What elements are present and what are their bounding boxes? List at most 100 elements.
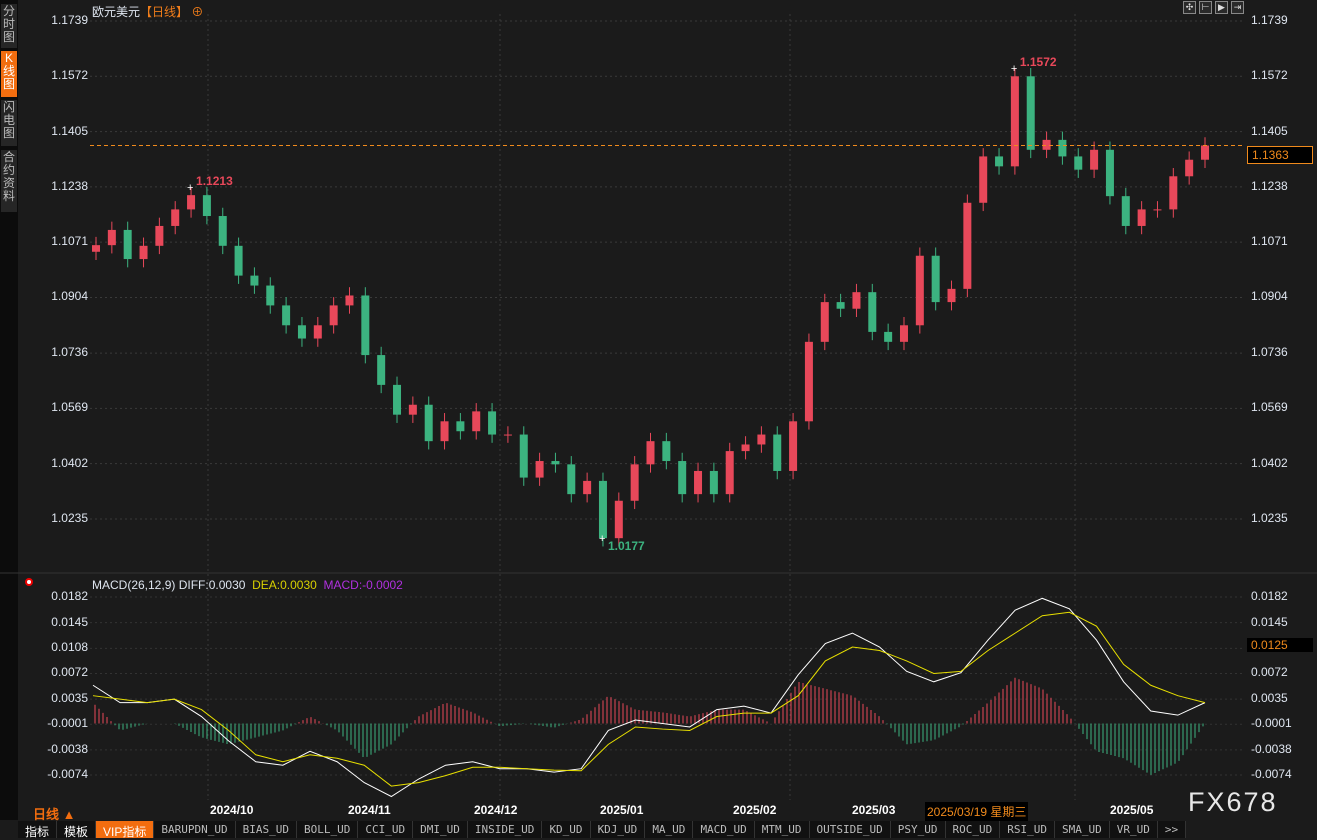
crosshair-icon[interactable]: ✣ [1183,1,1196,14]
price-tick: 1.0736 [1251,345,1288,360]
indicator-tab[interactable]: CCI_UD [358,821,414,838]
candle [598,480,607,539]
indicator-tab[interactable]: KDJ_UD [590,821,646,838]
date-tick: 2024/12 [474,803,518,817]
candle [789,421,798,471]
candle [694,470,703,495]
marker-icon: + [187,182,193,194]
candle [377,355,386,385]
candle [187,195,196,210]
macd-tick: 0.0072 [1251,665,1288,680]
candle [567,464,576,495]
candle [107,229,116,246]
indicator-tab[interactable]: INSIDE_UD [467,821,543,838]
date-tick: 2025/03 [852,803,896,817]
indicator-settings-icon[interactable] [25,578,33,586]
price-tick: 1.0402 [51,455,88,470]
candle [1026,76,1035,150]
price-tick: 1.0235 [51,510,88,525]
candle [313,325,322,339]
indicator-tab[interactable]: OUTSIDE_UD [809,821,891,838]
chart-title: 欧元美元【日线】 ⊕ [92,3,203,20]
candle [1121,196,1130,226]
candle [1042,139,1051,150]
candle [630,464,639,501]
symbol-name: 欧元美元 [92,5,141,19]
price-tick: 1.1071 [1251,234,1288,249]
date-tick: 2025/02 [733,803,777,817]
candle [757,434,766,445]
price-annotation: 1.0177 [608,539,645,553]
chart-toolbar: ✣ ⊢ ▶ ⇥ [1183,1,1244,14]
macd-diff: DIFF:0.0030 [178,578,246,592]
chart-canvas[interactable]: 1.1213+1.1572+1.0177+ [0,0,1317,838]
macd-tick: 0.0035 [51,691,88,706]
macd-tick: 0.0145 [1251,614,1288,629]
candle [472,411,481,432]
exit-icon[interactable]: ⇥ [1231,1,1244,14]
indicator-tab[interactable]: >> [1157,821,1187,838]
indicator-tab[interactable]: SMA_UD [1055,821,1110,838]
fit-axis-icon[interactable]: ⊢ [1199,1,1212,14]
indicator-tab[interactable]: 模板 [57,821,97,839]
watermark: FX678 [1188,787,1278,817]
indicator-tab[interactable]: MA_UD [645,821,694,838]
macd-tick: -0.0001 [1251,716,1292,731]
indicator-tab[interactable]: KD_UD [542,821,591,838]
candle [250,275,259,286]
candle [1201,145,1209,160]
candle [899,325,908,342]
candle [725,451,734,495]
candle [202,195,211,217]
candle [361,295,370,356]
price-tick: 1.0569 [51,400,88,415]
indicator-tab[interactable]: MACD_UD [693,821,755,838]
indicator-tab[interactable]: ROC_UD [945,821,1001,838]
indicator-tab[interactable]: DMI_UD [413,821,468,838]
candle [440,421,449,442]
indicator-tab[interactable]: 指标 [18,821,58,839]
indicator-tab[interactable]: RSI_UD [1000,821,1056,838]
price-tick: 1.0569 [1251,400,1288,415]
price-tick: 1.1739 [51,13,88,27]
candle [868,292,877,332]
price-tick: 1.1238 [1251,178,1288,193]
price-tick: 1.1739 [1251,13,1288,27]
price-annotation: 1.1213 [196,174,233,188]
macd-tick: -0.0038 [1251,741,1292,756]
macd-tick: -0.0038 [47,741,88,756]
indicator-tab[interactable]: VIP指标 [96,821,155,839]
macd-tick: 0.0145 [51,614,88,629]
period-label: 【日线】 [140,5,189,19]
price-tick: 1.1405 [1251,123,1288,138]
candle [614,500,623,539]
candle [393,384,402,415]
candle [1169,176,1178,210]
diff-line [92,597,1206,798]
indicator-tab[interactable]: BOLL_UD [296,821,359,838]
macd-tick: 0.0072 [51,665,88,680]
macd-tick: -0.0001 [47,716,88,731]
candle [884,331,893,342]
add-icon[interactable]: ⊕ [188,5,203,19]
candle [171,209,180,226]
candle [995,156,1004,167]
candle [1185,159,1194,177]
indicator-tab[interactable]: BARUPDN_UD [154,821,236,838]
play-icon[interactable]: ▶ [1215,1,1228,14]
indicator-tab[interactable]: BIAS_UD [235,821,297,838]
candle [503,434,512,436]
indicator-tabs: 指标 模板 VIP指标 BARUPDN_UD BIAS_UD BOLL_UD CCI_UD D… [18,821,1187,839]
macd-dea: DEA:0.0030 [252,578,317,592]
price-tick: 1.0235 [1251,510,1288,525]
crosshair-date: 2025/03/19 星期三 [925,802,1029,821]
indicator-tab[interactable]: VR_UD [1109,821,1158,838]
price-tick: 1.0736 [51,345,88,360]
indicator-tab[interactable]: PSY_UD [890,821,946,838]
macd-label: MACD(26,12,9) [92,578,176,592]
candle [773,434,782,471]
indicator-tab[interactable]: MTM_UD [754,821,810,838]
price-tick: 1.1071 [51,234,88,249]
candle [1058,139,1067,157]
macd-tick: -0.0074 [1251,766,1292,781]
